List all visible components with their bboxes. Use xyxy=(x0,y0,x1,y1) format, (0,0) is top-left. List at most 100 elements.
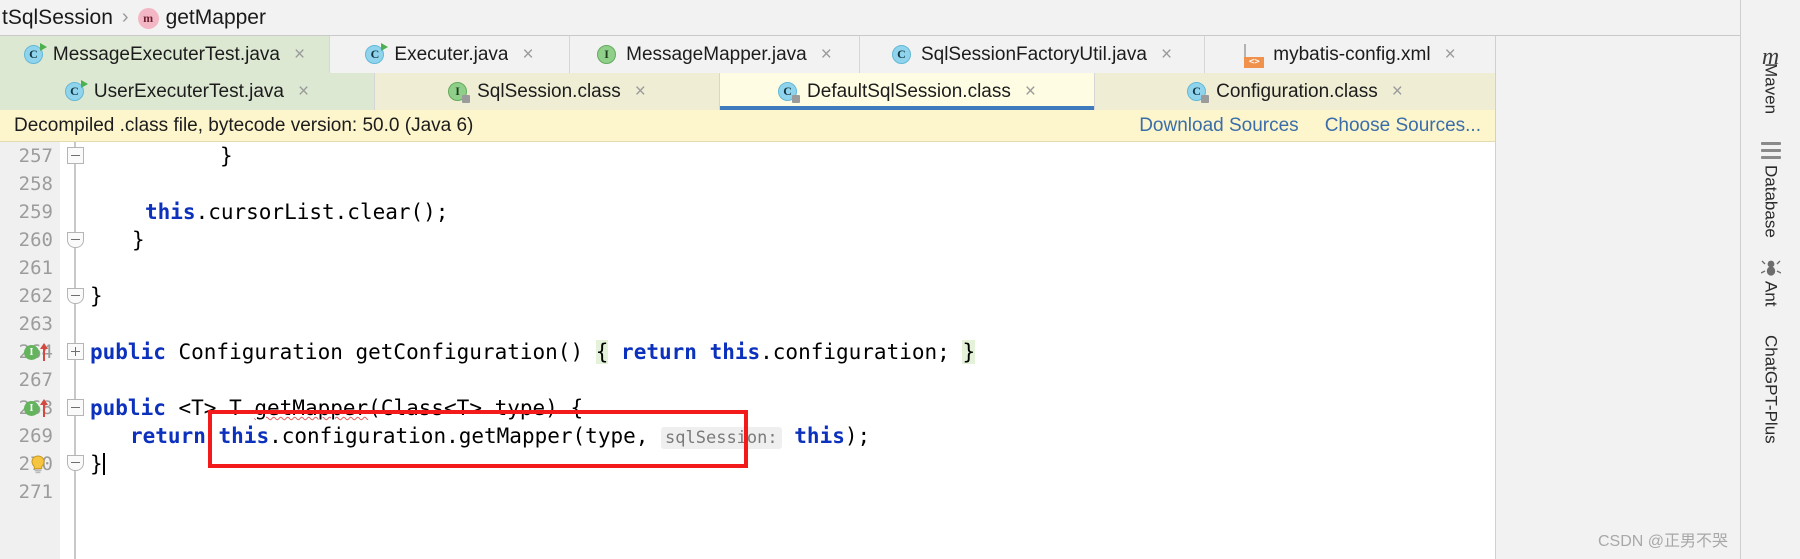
fold-end-270[interactable] xyxy=(67,455,84,471)
tab-label: MessageMapper.java xyxy=(626,43,807,65)
decompiled-notification-bar: Decompiled .class file, bytecode version… xyxy=(0,110,1495,142)
tab-SqlSessionFactoryUtil-java[interactable]: C SqlSessionFactoryUtil.java × xyxy=(860,36,1205,73)
override-arrow-icon xyxy=(40,343,48,361)
tool-window-ant[interactable]: Ant xyxy=(1760,258,1781,307)
line-number: 261 xyxy=(18,257,53,279)
tool-window-label: ChatGPT-Plus xyxy=(1761,335,1781,444)
download-sources-link[interactable]: Download Sources xyxy=(1139,115,1298,137)
line-number: 259 xyxy=(18,201,53,223)
notification-message: Decompiled .class file, bytecode version… xyxy=(14,114,474,136)
code-editor[interactable]: 257 258 259 260 261 262 263 264 267 268 … xyxy=(0,142,1495,559)
tab-label: DefaultSqlSession.class xyxy=(807,80,1011,102)
code-line-259: this.cursorList.clear(); xyxy=(145,200,449,224)
override-arrow-icon xyxy=(40,399,48,417)
tab-SqlSession-class[interactable]: I SqlSession.class × xyxy=(375,73,720,110)
text-caret xyxy=(102,453,105,475)
lock-icon xyxy=(792,94,801,103)
tool-window-maven[interactable]: Maven xyxy=(1761,58,1781,114)
implements-marker-264[interactable]: I xyxy=(24,338,58,366)
tab-close-icon[interactable]: × xyxy=(821,45,832,64)
run-arrow-icon xyxy=(80,79,88,88)
code-line-260: } xyxy=(132,228,145,252)
code-line-268: public <T> T getMapper(Class<T> type) { xyxy=(90,396,584,420)
code-content[interactable]: } this.cursorList.clear(); } } public Co… xyxy=(90,142,1495,559)
database-icon xyxy=(1760,142,1781,160)
tab-close-icon[interactable]: × xyxy=(635,82,646,101)
java-class-icon: C xyxy=(891,44,912,65)
tool-window-label: Database xyxy=(1761,165,1781,238)
code-line-257: } xyxy=(220,144,233,168)
breadcrumb: tSqlSession › m getMapper xyxy=(0,0,1740,36)
tab-close-icon[interactable]: × xyxy=(294,45,305,64)
tab-Configuration-class[interactable]: C Configuration.class × xyxy=(1095,73,1495,110)
tab-label: UserExecuterTest.java xyxy=(93,80,284,102)
tab-MessageMapper-java[interactable]: I MessageMapper.java × xyxy=(570,36,860,73)
line-number: 267 xyxy=(18,369,53,391)
editor-right-filler xyxy=(1495,36,1540,559)
parameter-hint-inlay: sqlSession: xyxy=(661,427,782,449)
tab-DefaultSqlSession-class[interactable]: C DefaultSqlSession.class × xyxy=(720,73,1095,110)
line-number: 262 xyxy=(18,285,53,307)
choose-sources-link[interactable]: Choose Sources... xyxy=(1325,115,1481,137)
code-folding-gutter[interactable] xyxy=(60,142,90,559)
code-line-269: return this.configuration.getMapper(type… xyxy=(130,424,871,449)
tab-label: SqlSession.class xyxy=(477,80,621,102)
tab-mybatis-config-xml[interactable]: mybatis-config.xml × xyxy=(1205,36,1495,73)
ide-window: tSqlSession › m getMapper C MessageExecu… xyxy=(0,0,1800,559)
xml-file-icon xyxy=(1244,43,1264,67)
run-arrow-icon xyxy=(381,42,389,51)
java-class-icon: C xyxy=(64,79,88,102)
breadcrumb-separator-icon: › xyxy=(121,6,129,28)
tab-close-icon[interactable]: × xyxy=(1161,45,1172,64)
fold-toggle-268[interactable] xyxy=(67,399,84,416)
breadcrumb-class[interactable]: tSqlSession xyxy=(2,6,113,30)
tab-close-icon[interactable]: × xyxy=(1445,45,1456,64)
tool-window-label: Ant xyxy=(1761,281,1781,307)
lock-icon xyxy=(1201,94,1210,103)
implements-marker-268[interactable]: I xyxy=(24,394,58,422)
lightbulb-icon[interactable] xyxy=(28,454,48,474)
editor-tab-row-1: C MessageExecuterTest.java × C Executer.… xyxy=(0,36,1495,73)
run-arrow-icon xyxy=(39,42,47,51)
implements-icon: I xyxy=(24,401,39,416)
tab-MessageExecuterTest-java[interactable]: C MessageExecuterTest.java × xyxy=(0,36,330,73)
fold-end-262[interactable] xyxy=(67,288,84,304)
line-number: 257 xyxy=(18,145,53,167)
java-class-icon: C xyxy=(778,81,801,103)
tab-label: MessageExecuterTest.java xyxy=(52,43,280,65)
fold-toggle-264[interactable] xyxy=(67,343,84,360)
lock-icon xyxy=(462,94,471,103)
tab-close-icon[interactable]: × xyxy=(298,82,309,101)
breadcrumb-method[interactable]: getMapper xyxy=(166,6,266,30)
tab-close-icon[interactable]: × xyxy=(1025,82,1036,101)
line-number: 269 xyxy=(18,425,53,447)
ant-icon xyxy=(1760,258,1781,276)
tab-label: SqlSessionFactoryUtil.java xyxy=(920,43,1147,65)
tab-Executer-java[interactable]: C Executer.java × xyxy=(330,36,570,73)
method-icon: m xyxy=(137,8,159,29)
java-interface-icon: I xyxy=(448,81,471,103)
fold-toggle-257[interactable] xyxy=(67,147,84,164)
code-line-264: public Configuration getConfiguration() … xyxy=(90,340,976,364)
java-class-icon: C xyxy=(23,42,47,65)
tab-close-icon[interactable]: × xyxy=(522,45,533,64)
tool-window-chatgpt-plus[interactable]: ChatGPT-Plus xyxy=(1761,330,1781,444)
tab-label: Configuration.class xyxy=(1216,80,1378,102)
tab-label: Executer.java xyxy=(394,43,509,65)
line-number: 260 xyxy=(18,229,53,251)
intention-bulb-marker[interactable] xyxy=(30,450,64,478)
line-number: 271 xyxy=(18,481,53,503)
tab-close-icon[interactable]: × xyxy=(1392,82,1403,101)
code-line-270: } xyxy=(90,452,105,476)
tab-UserExecuterTest-java[interactable]: C UserExecuterTest.java × xyxy=(0,73,375,110)
watermark: CSDN @正男不哭 xyxy=(1597,533,1728,550)
fold-end-260[interactable] xyxy=(67,232,84,248)
tool-window-label: Maven xyxy=(1761,63,1781,115)
line-number-gutter[interactable]: 257 258 259 260 261 262 263 264 267 268 … xyxy=(0,142,60,559)
right-tool-window-bar: m Maven Database Ant ChatGPT-Plus xyxy=(1740,0,1800,559)
line-number: 263 xyxy=(18,313,53,335)
line-number: 258 xyxy=(18,173,53,195)
tool-window-database[interactable]: Database xyxy=(1760,142,1781,238)
java-class-icon: C xyxy=(1187,81,1210,103)
java-class-icon: C xyxy=(365,42,389,65)
